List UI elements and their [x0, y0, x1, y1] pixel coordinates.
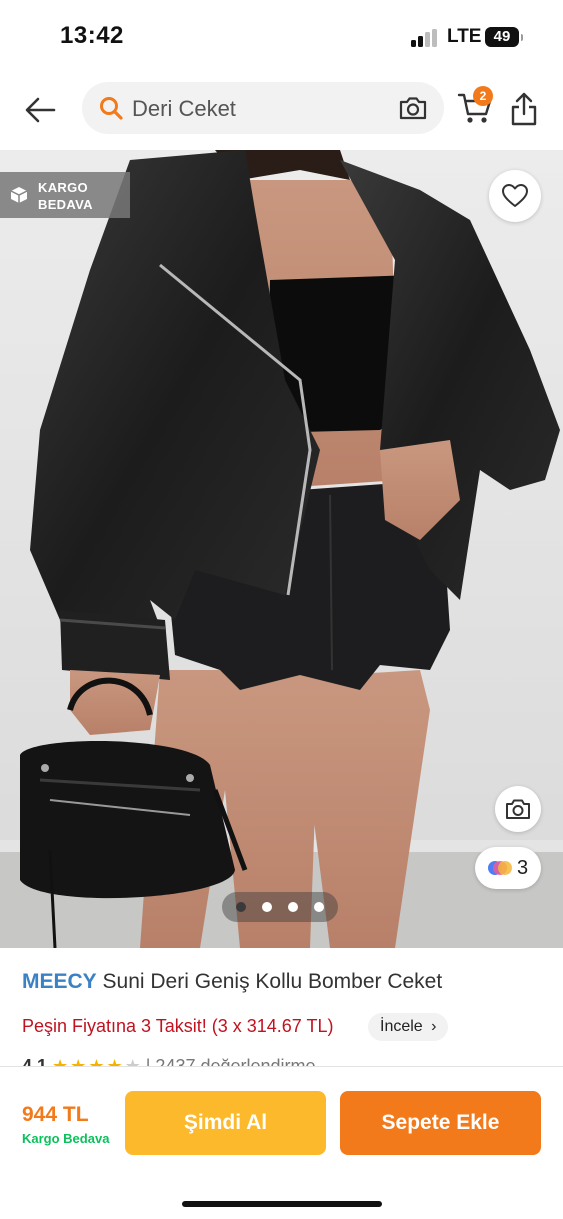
- installment-info: Peşin Fiyatına 3 Taksit! (3 x 314.67 TL): [22, 1016, 334, 1036]
- home-indicator[interactable]: [182, 1201, 382, 1207]
- share-button[interactable]: [508, 88, 540, 128]
- back-arrow-icon: [25, 97, 56, 123]
- brand-name[interactable]: MEECY: [22, 970, 97, 993]
- pager-dot[interactable]: [314, 902, 324, 912]
- visual-search-icon: [506, 799, 530, 819]
- heart-icon: [502, 184, 528, 207]
- status-bar: 13:42 LTE 49: [0, 0, 563, 72]
- image-pager[interactable]: [222, 892, 338, 922]
- product-image-carousel[interactable]: KARGO BEDAVA 3: [0, 150, 563, 948]
- color-dots-icon: [488, 861, 512, 875]
- price: 944 TL: [22, 1103, 89, 1126]
- free-shipping-label: Kargo Bedava: [22, 1131, 110, 1146]
- badge-line-2: BEDAVA: [38, 197, 93, 212]
- product-name: Suni Deri Geniş Kollu Bomber Ceket: [102, 970, 443, 993]
- pager-dot[interactable]: [288, 902, 298, 912]
- incele-label: İncele: [380, 1018, 423, 1035]
- chevron-right-icon: ›: [431, 1018, 437, 1035]
- badge-line-1: KARGO: [38, 180, 88, 195]
- visual-search-button[interactable]: [495, 786, 541, 832]
- status-time: 13:42: [60, 22, 124, 49]
- pager-dot[interactable]: [262, 902, 272, 912]
- network-type: LTE: [447, 26, 482, 47]
- pager-dot[interactable]: [236, 902, 246, 912]
- installment-details-button[interactable]: İncele ›: [368, 1013, 449, 1041]
- search-input[interactable]: Deri Ceket: [82, 82, 444, 134]
- product-title: MEECY Suni Deri Geniş Kollu Bomber Ceket: [22, 970, 442, 994]
- free-shipping-badge: KARGO BEDAVA: [0, 172, 130, 218]
- favorite-button[interactable]: [489, 170, 541, 222]
- photo-count-button[interactable]: 3: [475, 847, 541, 889]
- search-icon: [100, 97, 123, 120]
- product-photo: [0, 150, 563, 948]
- signal-icon: [411, 29, 439, 47]
- box-icon: [10, 187, 28, 203]
- camera-icon[interactable]: [398, 94, 428, 122]
- add-to-cart-button[interactable]: Sepete Ekle: [340, 1091, 541, 1155]
- back-button[interactable]: [20, 90, 60, 130]
- search-query: Deri Ceket: [132, 96, 236, 121]
- photo-count: 3: [517, 857, 529, 879]
- battery-indicator: 49: [485, 27, 523, 47]
- cart-count-badge: 2: [473, 86, 493, 106]
- bottom-action-bar: 944 TL Kargo Bedava Şimdi Al Sepete Ekle: [0, 1066, 563, 1219]
- buy-now-button[interactable]: Şimdi Al: [125, 1091, 326, 1155]
- share-icon: [511, 92, 537, 126]
